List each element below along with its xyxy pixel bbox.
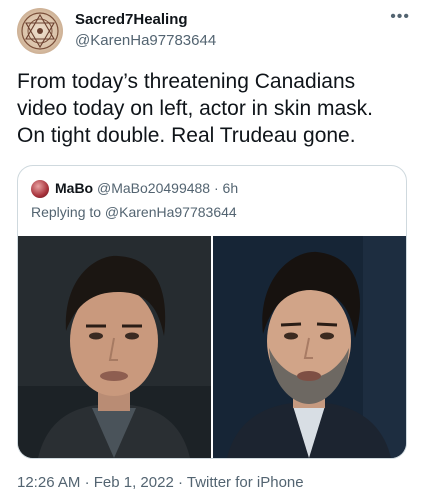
footer-separator: ·: [84, 474, 90, 491]
quoted-author-name[interactable]: MaBo: [55, 180, 93, 196]
replying-to[interactable]: Replying to @KarenHa97783644: [31, 204, 237, 220]
quoted-author-avatar[interactable]: [31, 180, 49, 198]
tweet-text: From today’s threatening Canadians video…: [17, 70, 374, 147]
photo-left[interactable]: [18, 236, 211, 458]
photo-right[interactable]: [213, 236, 406, 458]
tweet-date[interactable]: Feb 1, 2022: [94, 474, 174, 491]
quoted-time[interactable]: 6h: [223, 180, 239, 196]
quoted-author-handle[interactable]: @MaBo20499488: [97, 180, 210, 196]
author-handle[interactable]: @KarenHa97783644: [75, 32, 216, 49]
sacred-geometry-icon: [21, 12, 59, 50]
author-avatar[interactable]: [17, 8, 63, 54]
tweet-card: Sacred7Healing @KarenHa97783644 ••• From…: [0, 0, 424, 500]
quoted-header: MaBo @MaBo20499488 · 6h: [55, 180, 238, 196]
more-options-icon[interactable]: •••: [390, 8, 410, 26]
portrait-right-image: [213, 236, 406, 458]
footer-separator: ·: [177, 474, 183, 491]
portrait-left-image: [18, 236, 211, 458]
tweet-client[interactable]: Twitter for iPhone: [187, 474, 304, 491]
quoted-tweet[interactable]: MaBo @MaBo20499488 · 6h Replying to @Kar…: [17, 165, 407, 459]
photo-grid: [18, 236, 406, 458]
author-name[interactable]: Sacred7Healing: [75, 11, 188, 28]
tweet-time[interactable]: 12:26 AM: [17, 474, 80, 491]
quoted-separator: ·: [213, 180, 219, 196]
tweet-footer: 12:26 AM · Feb 1, 2022 · Twitter for iPh…: [17, 474, 304, 491]
